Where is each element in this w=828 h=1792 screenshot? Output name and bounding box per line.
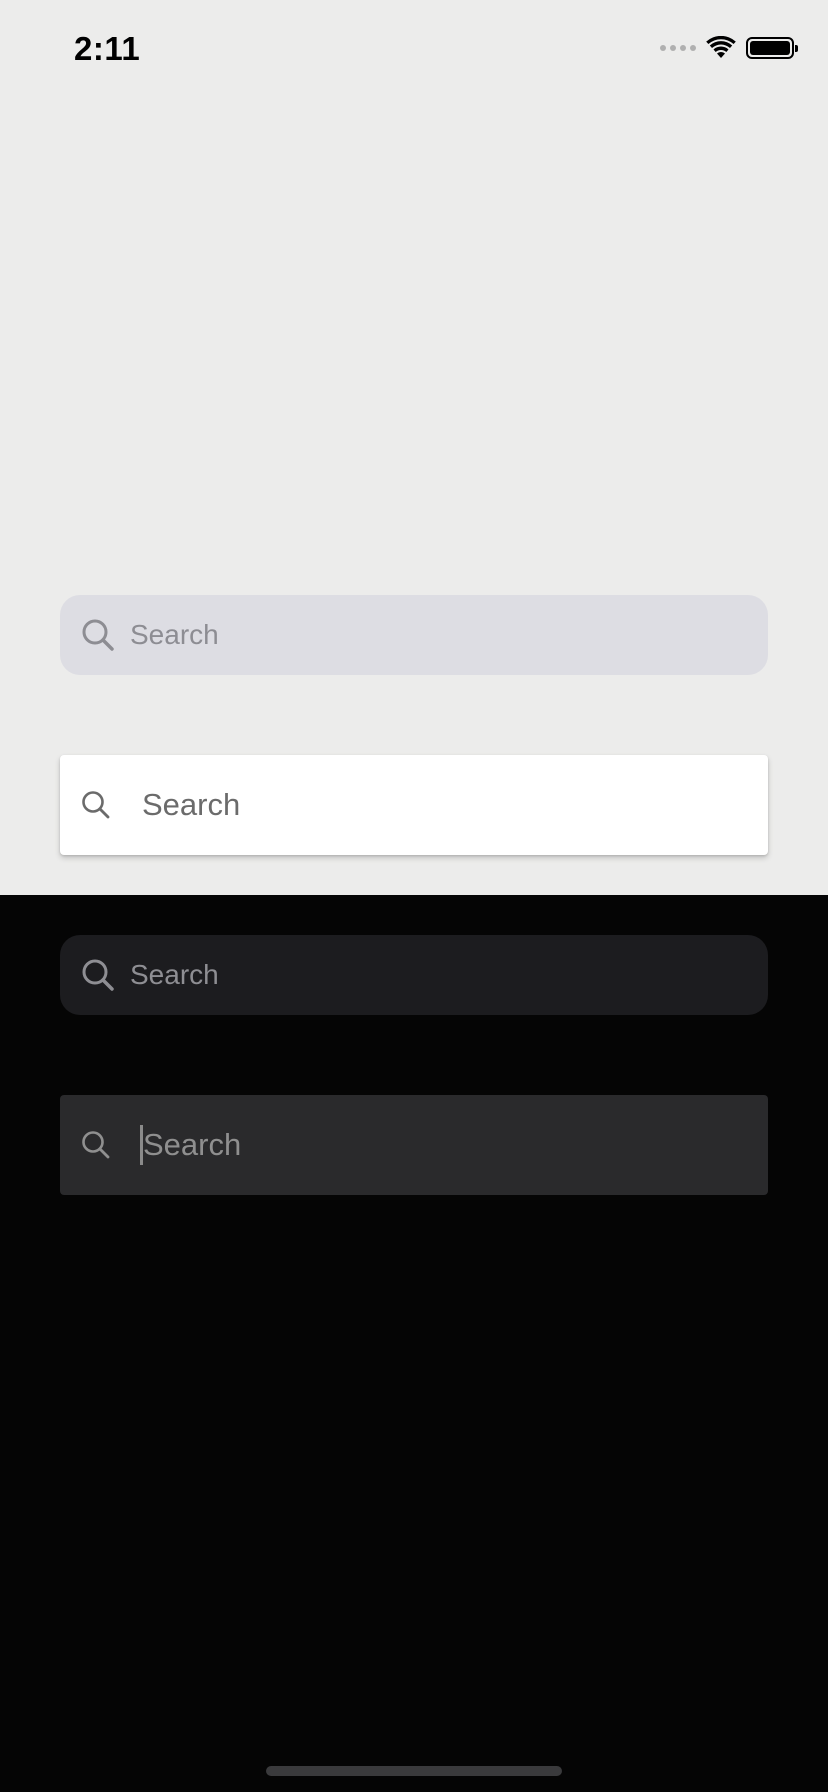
search-icon xyxy=(82,791,110,819)
status-time: 2:11 xyxy=(74,30,141,67)
home-indicator[interactable] xyxy=(266,1766,562,1776)
searchbar-md-dark[interactable]: Search xyxy=(60,1095,768,1195)
dark-theme-section xyxy=(0,895,828,1792)
battery-icon xyxy=(746,37,798,59)
search-placeholder: Search xyxy=(142,787,241,822)
searchbar-md-light[interactable]: Search xyxy=(60,755,768,855)
status-indicators xyxy=(660,36,798,60)
search-icon xyxy=(82,1131,110,1159)
search-placeholder: Search xyxy=(130,959,219,990)
wifi-icon xyxy=(706,36,736,58)
search-placeholder: Search xyxy=(130,619,219,650)
searchbar-ios-light[interactable]: Search xyxy=(60,595,768,675)
search-icon xyxy=(82,959,114,991)
search-icon xyxy=(82,619,114,651)
searchbar-ios-dark[interactable]: Search xyxy=(60,935,768,1015)
screen: 2:11 Search Search Search Search xyxy=(0,0,828,1792)
search-placeholder: Search xyxy=(143,1127,242,1162)
cellular-signal-icon xyxy=(660,45,696,51)
